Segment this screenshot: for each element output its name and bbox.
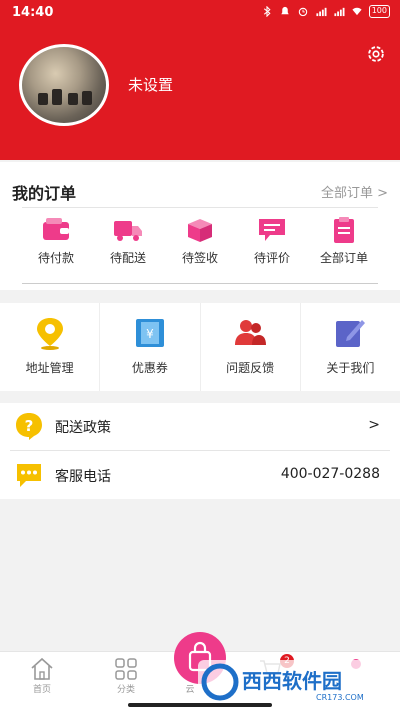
tool-feedback[interactable]: 问题反馈 (201, 303, 301, 391)
order-all[interactable]: 全部订单 (308, 216, 380, 266)
tab-label: 分类 (116, 685, 135, 695)
divider (22, 283, 378, 284)
order-pending-review[interactable]: 待评价 (236, 216, 308, 266)
username[interactable]: 未设置 (128, 74, 173, 95)
tools-grid: 地址管理 ¥ 优惠券 问题反馈 关于我们 (0, 303, 400, 391)
row-service-phone[interactable]: 客服电话 400-027-0288 (0, 452, 400, 498)
status-bar: 14:40 100 (0, 0, 400, 26)
svg-text:CR173.COM: CR173.COM (316, 693, 364, 702)
order-item-label: 全部订单 (319, 251, 368, 265)
edit-icon (336, 320, 366, 347)
profile-header: 14:40 100 未设置 (0, 0, 400, 160)
chevron-right-icon: > (368, 417, 380, 433)
row-label: 客服电话 (55, 469, 111, 485)
order-pending-delivery[interactable]: 待配送 (92, 216, 164, 266)
question-icon: ? (16, 413, 42, 440)
status-icons: 100 (261, 5, 390, 18)
order-item-label: 待评价 (253, 251, 290, 265)
truck-icon (114, 221, 142, 241)
location-icon (36, 318, 63, 350)
tool-about[interactable]: 关于我们 (301, 303, 400, 391)
row-delivery-policy[interactable]: ? 配送政策 > (0, 403, 400, 449)
tab-label: 首页 (32, 685, 51, 695)
all-orders-link[interactable]: 全部订单 > (321, 182, 388, 201)
tool-label: 关于我们 (326, 361, 375, 375)
gear-icon[interactable] (365, 43, 387, 65)
mute-icon (281, 6, 289, 15)
tab-category[interactable]: 分类 (96, 656, 156, 695)
box-icon (188, 219, 212, 242)
svg-text:¥: ¥ (146, 327, 154, 341)
order-item-label: 待配送 (109, 251, 146, 265)
row-label: 配送政策 (55, 420, 111, 436)
tab-home[interactable]: 首页 (12, 656, 72, 695)
tool-address[interactable]: 地址管理 (0, 303, 101, 391)
users-icon (235, 320, 267, 345)
tool-coupon[interactable]: ¥ 优惠券 (100, 303, 201, 391)
order-item-label: 待签收 (181, 251, 218, 265)
tool-label: 优惠券 (131, 361, 168, 375)
tab-label: 云 (185, 685, 195, 695)
svg-text:?: ? (25, 417, 34, 435)
order-pending-receipt[interactable]: 待签收 (164, 216, 236, 266)
wallet-icon (43, 218, 69, 240)
info-list: ? 配送政策 > 客服电话 400-027-0288 (0, 403, 400, 499)
order-item-label: 待付款 (37, 251, 74, 265)
status-time: 14:40 (12, 5, 54, 20)
comment-icon (259, 219, 285, 241)
grid-icon (115, 658, 137, 680)
svg-text:西西软件园: 西西软件园 (242, 669, 342, 693)
orders-section: 我的订单 全部订单 > 待付款 待配送 待签收 待评价 全部订单 (0, 162, 400, 290)
signal-icon (316, 7, 327, 17)
alarm-icon (298, 7, 307, 17)
battery-indicator: 100 (368, 5, 390, 18)
tool-label: 地址管理 (25, 361, 74, 375)
coupon-icon: ¥ (135, 319, 164, 347)
bluetooth-icon (263, 6, 271, 17)
tool-label: 问题反馈 (226, 361, 275, 375)
wifi-icon (352, 7, 362, 16)
home-icon (31, 657, 53, 680)
phone-number[interactable]: 400-027-0288 (281, 466, 380, 482)
home-indicator (128, 703, 272, 707)
chat-icon (17, 464, 41, 487)
divider (22, 207, 378, 208)
clipboard-icon (334, 217, 354, 243)
order-pending-payment[interactable]: 待付款 (20, 216, 92, 266)
watermark-logo: 西西软件园 CR173.COM (198, 660, 394, 704)
divider (10, 450, 390, 451)
avatar[interactable] (19, 44, 109, 126)
orders-title: 我的订单 (12, 184, 77, 203)
signal-2-icon (334, 7, 345, 17)
